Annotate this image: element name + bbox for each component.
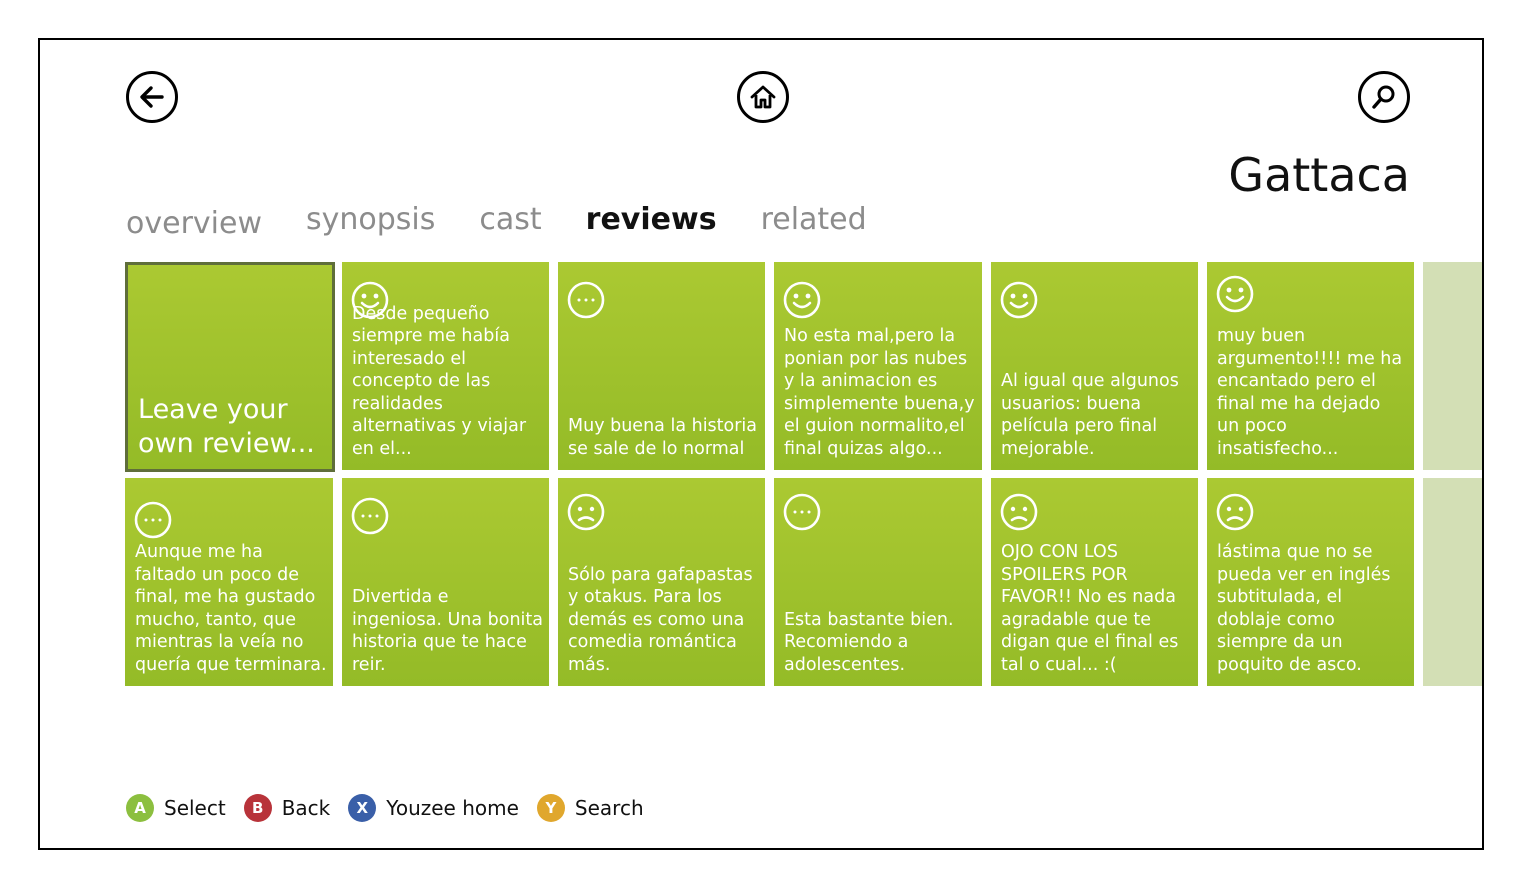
review-tile[interactable]: lástima que no se pueda ver en inglés su… bbox=[1207, 478, 1414, 686]
review-text: muy buen argumento!!!! me ha encantado p… bbox=[1217, 326, 1403, 459]
review-text: lástima que no se pueda ver en inglés su… bbox=[1217, 542, 1391, 675]
happy-face-icon bbox=[783, 281, 821, 319]
partial-tile[interactable] bbox=[1423, 262, 1482, 470]
home-icon bbox=[750, 85, 776, 109]
sad-face-icon bbox=[1000, 493, 1038, 531]
review-text: Al igual que algunos usuarios: buena pel… bbox=[1001, 371, 1179, 459]
review-tile[interactable]: Desde pequeño siempre me había interesad… bbox=[342, 262, 549, 470]
home-button[interactable] bbox=[737, 71, 789, 123]
tab-reviews[interactable]: reviews bbox=[586, 202, 717, 237]
home-hint[interactable]: X Youzee home bbox=[348, 794, 519, 822]
tab-cast[interactable]: cast bbox=[479, 202, 541, 237]
back-label: Back bbox=[281, 796, 331, 820]
back-button[interactable] bbox=[126, 71, 178, 123]
review-text: Desde pequeño siempre me había interesad… bbox=[352, 303, 527, 459]
leave-review-label: Leave your own review... bbox=[138, 394, 315, 459]
sad-face-icon bbox=[1216, 493, 1254, 531]
search-icon bbox=[1372, 85, 1395, 109]
page-title: Gattaca bbox=[1228, 148, 1410, 202]
review-tile[interactable]: No esta mal,pero la ponian por las nubes… bbox=[774, 262, 982, 470]
happy-face-icon bbox=[1000, 281, 1038, 319]
review-tile[interactable]: Muy buena la historia se sale de lo norm… bbox=[558, 262, 765, 470]
a-button-icon: A bbox=[126, 794, 154, 822]
review-text: Divertida e ingeniosa. Una bonita histor… bbox=[352, 587, 543, 675]
review-text: No esta mal,pero la ponian por las nubes… bbox=[784, 326, 975, 459]
review-tile[interactable]: Esta bastante bien. Recomiendo a adolesc… bbox=[774, 478, 982, 686]
sad-face-icon bbox=[567, 493, 605, 531]
b-button-icon: B bbox=[243, 794, 272, 822]
review-tile[interactable]: Al igual que algunos usuarios: buena pel… bbox=[991, 262, 1198, 470]
back-hint[interactable]: B Back bbox=[243, 794, 331, 822]
review-tile[interactable]: Divertida e ingeniosa. Una bonita histor… bbox=[342, 478, 549, 686]
search-hint[interactable]: Y Search bbox=[536, 794, 644, 822]
review-text: OJO CON LOS SPOILERS POR FAVOR!! No es n… bbox=[1001, 542, 1179, 675]
neutral-face-icon bbox=[783, 493, 821, 531]
review-text: Sólo para gafapastas y otakus. Para los … bbox=[568, 564, 753, 675]
review-text: Aunque me ha faltado un poco de final, m… bbox=[135, 542, 327, 675]
y-button-icon: Y bbox=[536, 794, 565, 822]
tab-synopsis[interactable]: synopsis bbox=[306, 202, 435, 237]
back-arrow-icon bbox=[140, 86, 164, 108]
partial-tile[interactable] bbox=[1423, 478, 1482, 686]
select-hint[interactable]: A Select bbox=[126, 794, 226, 822]
review-text: Muy buena la historia se sale de lo norm… bbox=[568, 416, 758, 459]
review-tile[interactable]: Sólo para gafapastas y otakus. Para los … bbox=[558, 478, 765, 686]
review-text: Esta bastante bien. Recomiendo a adolesc… bbox=[784, 609, 954, 675]
app-frame: Gattaca overview synopsis cast reviews r… bbox=[38, 38, 1484, 850]
leave-review-tile[interactable]: Leave your own review... bbox=[125, 262, 335, 472]
tab-overview[interactable]: overview bbox=[126, 206, 262, 241]
home-label: Youzee home bbox=[386, 796, 519, 820]
select-label: Select bbox=[164, 796, 226, 820]
tab-related[interactable]: related bbox=[761, 202, 867, 237]
controller-hints: A Select B Back X Youzee home Y Search bbox=[126, 794, 662, 822]
neutral-face-icon bbox=[351, 497, 389, 535]
search-button[interactable] bbox=[1358, 71, 1410, 123]
happy-face-icon bbox=[1216, 275, 1254, 313]
review-tile[interactable]: OJO CON LOS SPOILERS POR FAVOR!! No es n… bbox=[991, 478, 1198, 686]
tab-bar: overview synopsis cast reviews related bbox=[126, 202, 911, 241]
neutral-face-icon bbox=[567, 281, 605, 319]
search-label: Search bbox=[574, 796, 644, 820]
review-tile[interactable]: Aunque me ha faltado un poco de final, m… bbox=[125, 478, 333, 686]
neutral-face-icon bbox=[134, 501, 172, 539]
review-tile[interactable]: muy buen argumento!!!! me ha encantado p… bbox=[1207, 262, 1414, 470]
x-button-icon: X bbox=[348, 794, 377, 822]
